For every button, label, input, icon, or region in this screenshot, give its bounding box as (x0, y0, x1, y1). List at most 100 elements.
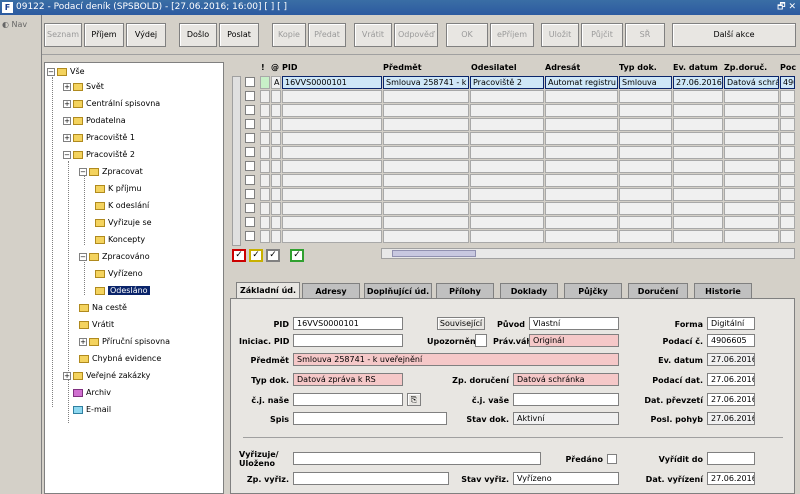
grid-cell[interactable] (282, 174, 382, 187)
grid-cell[interactable]: Datová schrá (724, 76, 779, 89)
tab-zakladni[interactable]: Základní úd. (236, 282, 300, 299)
tree-item-verejne[interactable]: + Veřejné zakázky (63, 369, 150, 383)
col-header-poc[interactable]: Poc (780, 62, 796, 74)
grid-cell[interactable] (619, 230, 672, 243)
grid-cell[interactable] (383, 104, 469, 117)
grid-cell[interactable] (780, 230, 795, 243)
posl-pohyb-field[interactable]: 27.06.2016 (707, 412, 755, 425)
iniciac-field[interactable] (293, 334, 403, 347)
tree-item-na-ceste[interactable]: Na cestě (79, 301, 127, 315)
grid-cell[interactable] (673, 202, 723, 215)
grid-cell[interactable] (673, 118, 723, 131)
row-checkbox[interactable] (245, 161, 255, 171)
grid-cell[interactable] (271, 188, 281, 201)
prijem-button[interactable]: Příjem (84, 23, 124, 47)
souvisejici-button[interactable]: Související (437, 317, 485, 330)
grid-cell[interactable] (470, 160, 544, 173)
odpoved-button[interactable]: Odpověď (394, 23, 438, 47)
tree-item-podatelna[interactable]: + Podatelna (63, 114, 126, 128)
tab-prilohy[interactable]: Přílohy (436, 283, 494, 299)
col-header-pid[interactable]: PID (282, 62, 297, 74)
grid-cell[interactable]: 490 (780, 76, 795, 89)
grid-cell[interactable] (780, 104, 795, 117)
grid-cell[interactable] (673, 146, 723, 159)
tab-pujcky[interactable]: Půjčky (564, 283, 622, 299)
grid-cell[interactable] (619, 160, 672, 173)
col-header-adresat[interactable]: Adresát (545, 62, 580, 74)
col-header-ev-datum[interactable]: Ev. datum (673, 62, 718, 74)
grid-cell[interactable] (383, 230, 469, 243)
podaci-c-field[interactable]: 4906605 (707, 334, 755, 347)
grid-cell[interactable] (282, 118, 382, 131)
lookup-icon[interactable]: ⎘ (407, 393, 421, 406)
grid-cell[interactable] (724, 118, 779, 131)
grid-cell[interactable] (383, 216, 469, 229)
grid-cell[interactable] (545, 230, 618, 243)
grid-cell[interactable] (724, 132, 779, 145)
grid-cell[interactable] (673, 104, 723, 117)
col-header-odesilatel[interactable]: Odesilatel (471, 62, 517, 74)
collapse-icon[interactable]: − (47, 67, 55, 76)
grid-cell[interactable] (383, 90, 469, 103)
tab-doklady[interactable]: Doklady (500, 283, 558, 299)
expand-icon[interactable]: + (63, 371, 71, 380)
tab-doruceni[interactable]: Doručení (628, 283, 688, 299)
expand-icon[interactable]: + (79, 337, 87, 346)
tab-historie[interactable]: Historie (694, 283, 752, 299)
grid-cell[interactable] (383, 188, 469, 201)
typ-dok-field[interactable]: Datová zpráva k RS (293, 373, 403, 386)
grid-cell[interactable] (470, 104, 544, 117)
grid-cell[interactable]: Smlouva 258741 - k uv (383, 76, 469, 89)
grid-cell[interactable] (282, 202, 382, 215)
grid-cell[interactable] (383, 118, 469, 131)
col-header-priority[interactable]: ! (261, 62, 265, 74)
grid-cell[interactable] (780, 132, 795, 145)
grid-cell[interactable] (470, 146, 544, 159)
row-checkbox[interactable] (245, 91, 255, 101)
grid-cell[interactable] (282, 146, 382, 159)
nav-button[interactable]: ◐ Nav (2, 20, 27, 29)
grid-cell[interactable] (724, 104, 779, 117)
grid-cell[interactable] (619, 188, 672, 201)
podaci-dat-field[interactable]: 27.06.2016 (707, 373, 755, 386)
grid-cell[interactable] (271, 118, 281, 131)
grid-cell[interactable] (673, 188, 723, 201)
ok-button[interactable]: OK (446, 23, 488, 47)
grid-cell[interactable] (673, 174, 723, 187)
tree-item-vyrizeno[interactable]: Vyřízeno (95, 267, 143, 281)
grid-cell[interactable] (780, 202, 795, 215)
grid-cell[interactable] (673, 230, 723, 243)
zp-vyriz-field[interactable] (293, 472, 449, 485)
tree-item-chybna[interactable]: Chybná evidence (79, 352, 161, 366)
grid-cell[interactable] (545, 188, 618, 201)
grid-cell[interactable] (619, 104, 672, 117)
tree-item-archiv[interactable]: Archiv (73, 386, 111, 400)
tree-item-odeslano[interactable]: Odesláno (95, 284, 150, 298)
collapse-icon[interactable]: − (79, 167, 87, 176)
grid-cell[interactable] (673, 216, 723, 229)
grid-cell[interactable] (470, 216, 544, 229)
grid-cell[interactable] (271, 90, 281, 103)
expand-icon[interactable]: + (63, 99, 71, 108)
grid-cell[interactable] (724, 216, 779, 229)
predmet-field[interactable]: Smlouva 258741 - k uveřejnění (293, 353, 619, 366)
grid-cell[interactable] (271, 202, 281, 215)
grid-cell[interactable]: 27.06.2016 (673, 76, 723, 89)
row-checkbox[interactable] (245, 231, 255, 241)
grid-cell[interactable] (673, 132, 723, 145)
grid-cell[interactable] (545, 90, 618, 103)
col-header-attachment[interactable]: @ (271, 62, 279, 74)
grid-cell[interactable] (619, 146, 672, 159)
grid-cell[interactable] (619, 202, 672, 215)
sr-button[interactable]: SŘ (625, 23, 665, 47)
grid-cell[interactable] (282, 90, 382, 103)
tab-doplnujici[interactable]: Doplňující úd. (364, 283, 432, 299)
grid-cell[interactable] (780, 160, 795, 173)
grid-cell[interactable]: 16VVS0000101 (282, 76, 382, 89)
tree-item-zpracovano[interactable]: − Zpracováno (79, 250, 150, 264)
grid-cell[interactable] (282, 188, 382, 201)
grid-cell[interactable] (545, 118, 618, 131)
tree-root[interactable]: − Vše (47, 65, 85, 79)
grid-cell[interactable] (619, 174, 672, 187)
scroll-thumb[interactable] (392, 250, 476, 257)
